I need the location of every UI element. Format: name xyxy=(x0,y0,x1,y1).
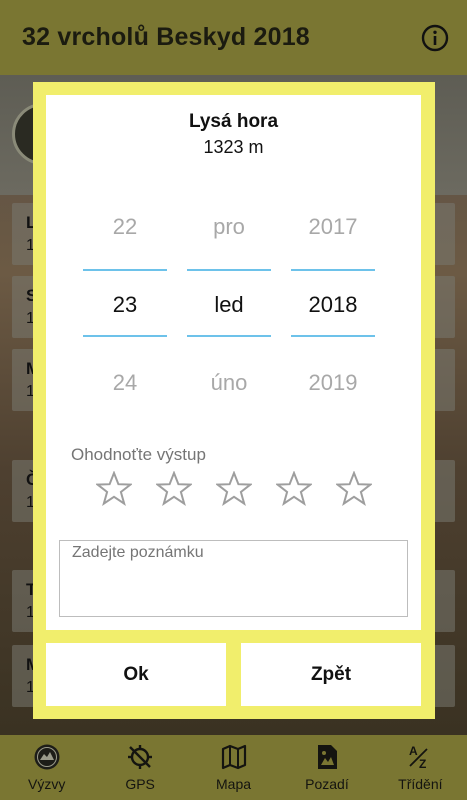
nav-label: Mapa xyxy=(216,776,252,792)
nav-item-challenges[interactable]: Výzvy xyxy=(0,735,93,800)
bottom-navigation: Výzvy GPS Mapa Pozadí A Z Třídění xyxy=(0,735,467,800)
picker-divider xyxy=(83,269,167,271)
rating-stars[interactable] xyxy=(96,471,372,507)
peak-height: 1323 m xyxy=(203,137,264,157)
day-next[interactable]: 24 xyxy=(83,370,167,396)
picker-divider xyxy=(83,335,167,337)
picker-divider xyxy=(291,335,375,337)
challenges-badge-icon xyxy=(34,744,60,770)
picker-divider xyxy=(291,269,375,271)
nav-label: Třídění xyxy=(398,776,443,792)
rating-label: Ohodnoťte výstup xyxy=(71,445,206,464)
month-current[interactable]: led xyxy=(187,292,271,318)
ok-button[interactable]: Ok xyxy=(46,643,226,706)
svg-text:A: A xyxy=(409,744,418,758)
nav-label: GPS xyxy=(125,776,155,792)
year-current[interactable]: 2018 xyxy=(291,292,375,318)
year-next[interactable]: 2019 xyxy=(291,370,375,396)
nav-item-background[interactable]: Pozadí xyxy=(280,735,373,800)
day-current[interactable]: 23 xyxy=(83,292,167,318)
nav-item-sort[interactable]: A Z Třídění xyxy=(374,735,467,800)
map-icon xyxy=(221,744,246,770)
star-3-icon[interactable] xyxy=(216,471,252,507)
picker-divider xyxy=(187,335,271,337)
app-title: 32 vrcholů Beskyd 2018 xyxy=(22,23,310,51)
month-next[interactable]: úno xyxy=(187,370,271,396)
note-field[interactable] xyxy=(59,540,408,617)
nav-label: Pozadí xyxy=(305,776,349,792)
star-1-icon[interactable] xyxy=(96,471,132,507)
gps-off-icon xyxy=(128,745,153,769)
peak-name: Lysá hora xyxy=(188,111,279,132)
nav-item-map[interactable]: Mapa xyxy=(187,735,280,800)
info-icon[interactable] xyxy=(421,24,449,52)
month-prev[interactable]: pro xyxy=(187,214,271,240)
app-bar: 32 vrcholů Beskyd 2018 xyxy=(0,0,467,75)
back-button[interactable]: Zpět xyxy=(241,643,421,706)
sort-az-icon: A Z xyxy=(409,744,428,771)
nav-label: Výzvy xyxy=(28,776,66,792)
svg-text:Z: Z xyxy=(419,757,426,771)
image-icon xyxy=(317,745,337,769)
nav-item-gps[interactable]: GPS xyxy=(93,735,186,800)
star-4-icon[interactable] xyxy=(276,471,312,507)
year-prev[interactable]: 2017 xyxy=(291,214,375,240)
star-2-icon[interactable] xyxy=(156,471,192,507)
day-prev[interactable]: 22 xyxy=(83,214,167,240)
star-5-icon[interactable] xyxy=(336,471,372,507)
ascent-dialog: Lysá hora 1323 m 22 23 24 pro led úno 20… xyxy=(46,95,421,630)
picker-divider xyxy=(187,269,271,271)
